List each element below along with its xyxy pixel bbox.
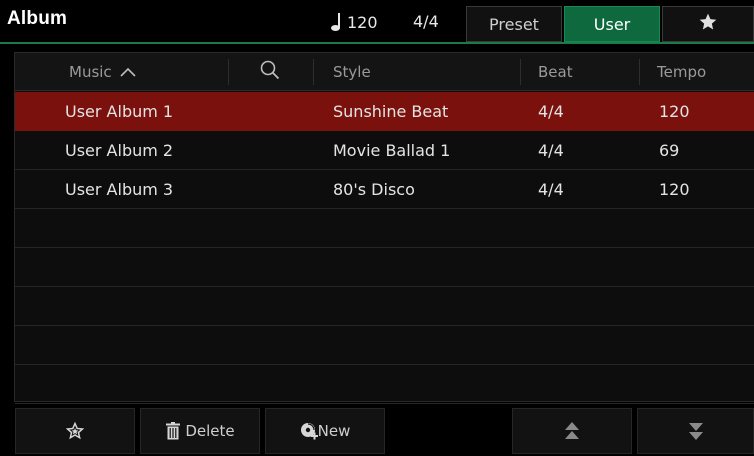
table-row[interactable]: User Album 2 Movie Ballad 1 4/4 69 (15, 131, 754, 170)
cell-tempo: 120 (659, 101, 690, 121)
page-down-icon (688, 421, 704, 441)
empty-row (15, 326, 754, 365)
column-header-style[interactable]: Style (333, 53, 371, 91)
column-separator (228, 59, 229, 85)
page-up-icon (564, 421, 580, 441)
column-header-music[interactable]: Music (69, 53, 136, 91)
table-row[interactable]: User Album 3 80's Disco 4/4 120 (15, 170, 754, 209)
add-favorite-button[interactable] (15, 408, 135, 454)
empty-row (15, 365, 754, 404)
delete-button[interactable]: Delete (140, 408, 260, 454)
new-label: New (317, 422, 351, 440)
cell-beat: 4/4 (538, 140, 564, 160)
cell-music: User Album 1 (65, 101, 174, 121)
column-separator (520, 59, 521, 85)
title-bar: Album 120 4/4 Preset User (0, 0, 754, 44)
album-table: Music Style Beat Tempo User Album 1 Suns… (14, 52, 754, 404)
table-row[interactable]: User Album 1 Sunshine Beat 4/4 120 (15, 92, 754, 131)
column-header-tempo[interactable]: Tempo (657, 53, 706, 91)
cell-music: User Album 2 (65, 140, 174, 160)
delete-label: Delete (185, 422, 235, 440)
page-down-button[interactable] (637, 408, 754, 454)
column-separator (313, 59, 314, 85)
empty-row (15, 248, 754, 287)
empty-row (15, 209, 754, 248)
star-outline-icon (66, 422, 84, 440)
table-header: Music Style Beat Tempo (15, 53, 754, 91)
new-button[interactable]: New (265, 408, 385, 454)
quarter-note-icon (330, 12, 342, 32)
cell-beat: 4/4 (538, 101, 564, 121)
header-divider (0, 42, 754, 44)
cell-style: Sunshine Beat (333, 101, 449, 121)
page-title: Album (7, 8, 68, 29)
tab-favorite[interactable] (662, 6, 754, 42)
beat-readout[interactable]: 4/4 (413, 12, 439, 31)
new-icon (300, 422, 318, 440)
cell-style: 80's Disco (333, 179, 415, 199)
tempo-readout[interactable]: 120 (330, 12, 378, 32)
tab-preset[interactable]: Preset (466, 6, 562, 42)
tempo-value: 120 (347, 12, 378, 32)
star-icon (698, 12, 718, 36)
trash-icon (165, 422, 181, 440)
empty-row (15, 287, 754, 326)
column-header-beat[interactable]: Beat (538, 53, 573, 91)
cell-beat: 4/4 (538, 179, 564, 199)
cell-tempo: 69 (659, 140, 680, 160)
search-icon (260, 60, 280, 84)
cell-style: Movie Ballad 1 (333, 140, 451, 160)
search-button[interactable] (259, 53, 281, 91)
page-up-button[interactable] (512, 408, 632, 454)
column-separator (639, 59, 640, 85)
bottom-toolbar: Delete New (0, 406, 754, 456)
cell-tempo: 120 (659, 179, 690, 199)
tab-user[interactable]: User (564, 6, 660, 42)
cell-music: User Album 3 (65, 179, 174, 199)
chevron-up-icon (120, 63, 136, 81)
